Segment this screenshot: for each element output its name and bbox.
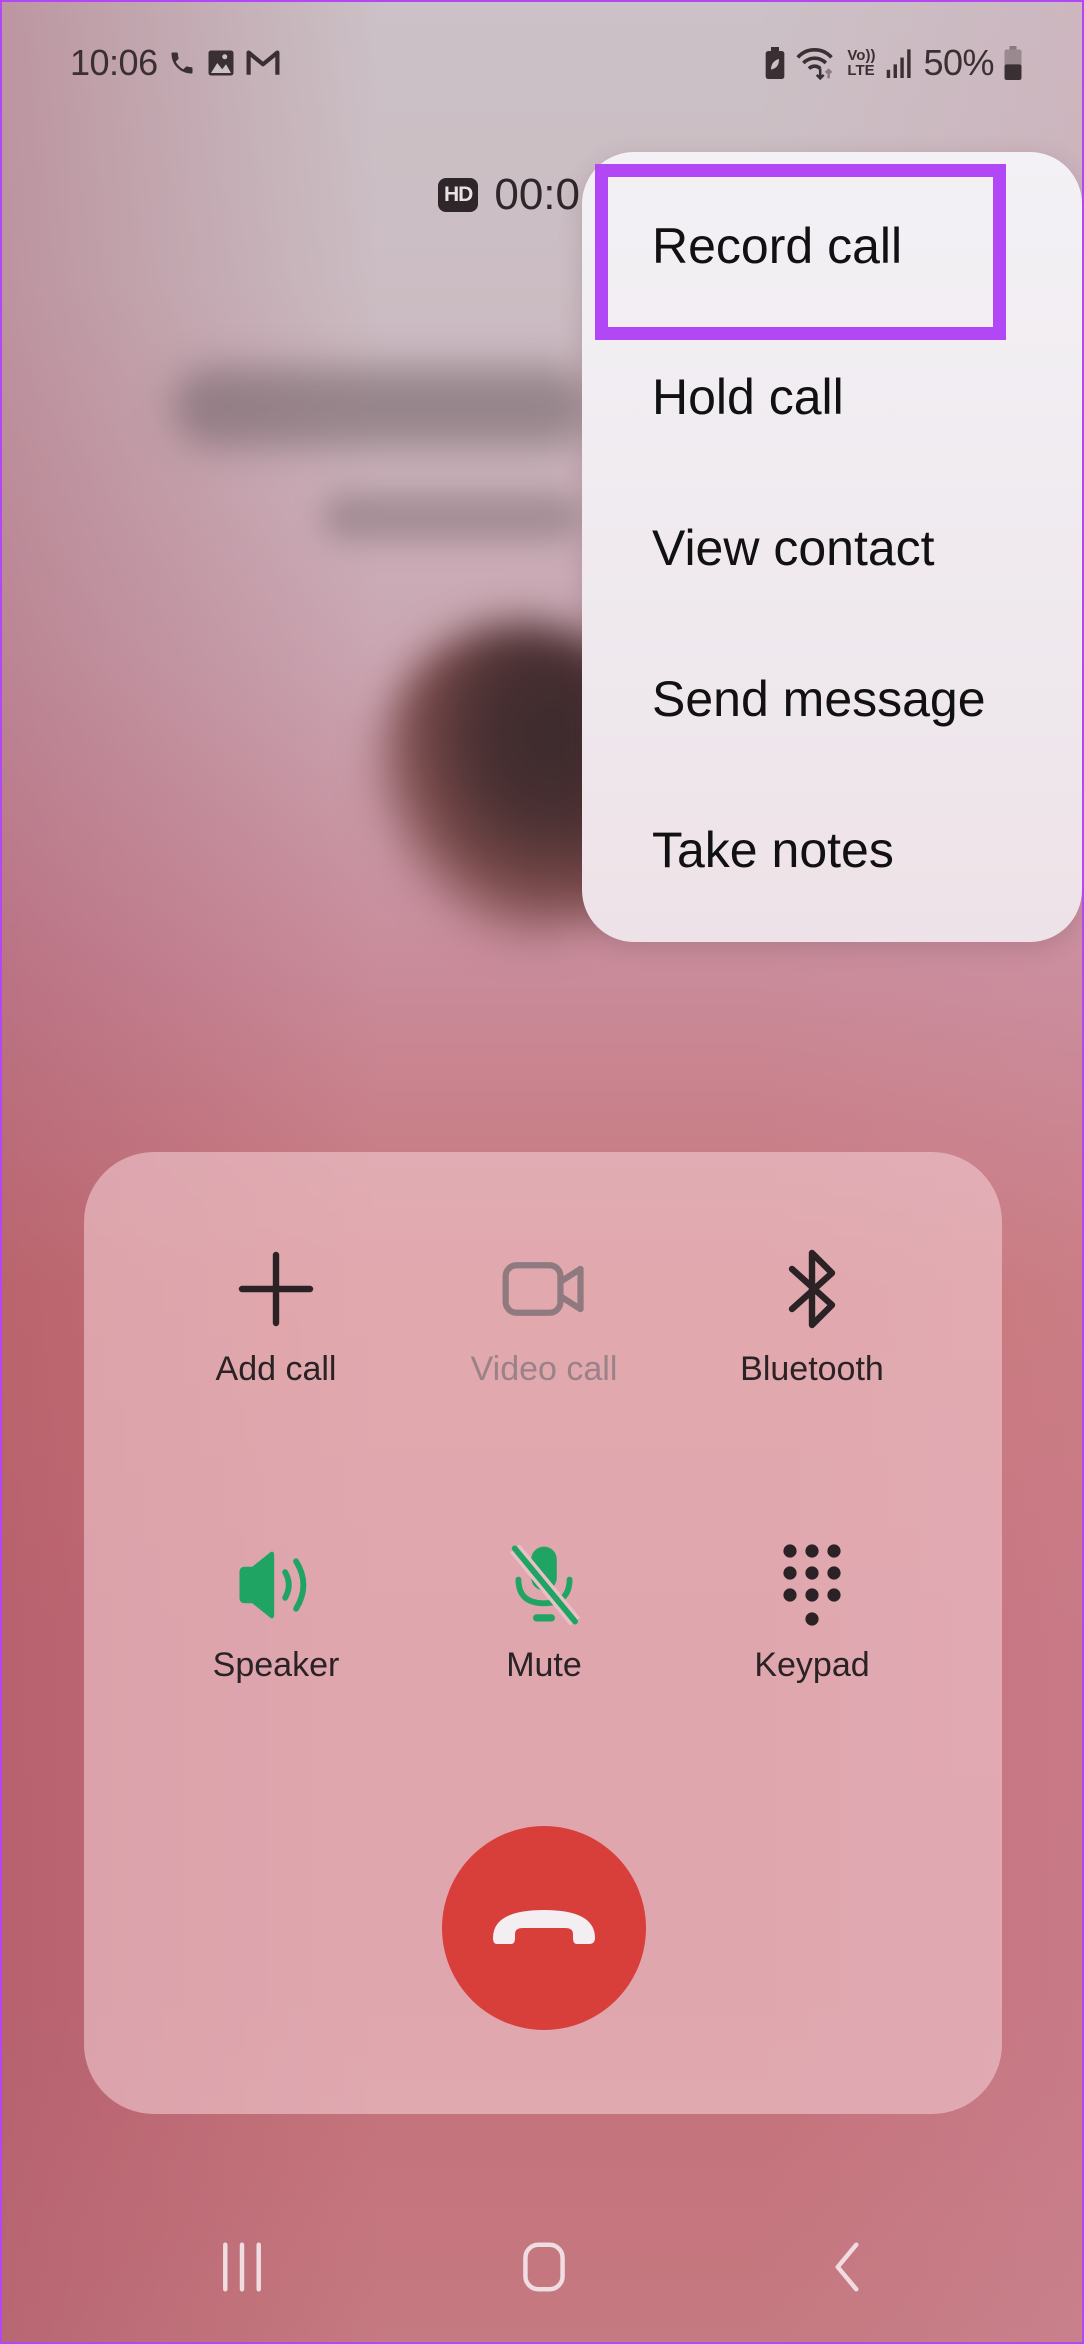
add-call-button[interactable]: Add call <box>146 1244 406 1389</box>
video-call-label: Video call <box>470 1350 618 1388</box>
call-meta: HD 00:0 <box>438 170 580 220</box>
phone-icon <box>168 48 196 78</box>
status-right: Vo)) LTE 50% <box>765 42 1022 84</box>
gallery-icon <box>206 48 236 78</box>
menu-item-send-message[interactable]: Send message <box>652 670 986 728</box>
signal-icon <box>885 48 913 78</box>
status-left: 10:06 <box>70 42 280 84</box>
home-icon <box>523 2242 565 2292</box>
contact-number-blurred <box>322 492 582 542</box>
battery-icon <box>1004 46 1022 80</box>
keypad-icon <box>682 1540 942 1630</box>
mute-label: Mute <box>506 1646 582 1684</box>
menu-item-take-notes[interactable]: Take notes <box>652 821 894 879</box>
hang-up-icon <box>489 1904 599 1953</box>
back-icon <box>835 2242 859 2292</box>
end-call-button[interactable] <box>442 1826 646 2030</box>
call-timer: 00:0 <box>494 170 580 219</box>
mute-button[interactable]: Mute <box>414 1540 674 1685</box>
video-call-button[interactable]: Video call <box>414 1244 674 1389</box>
call-options-menu: Record call Hold call View contact Send … <box>582 152 1082 942</box>
speaker-label: Speaker <box>212 1646 340 1684</box>
recent-apps-icon <box>223 2242 261 2292</box>
gmail-icon <box>246 48 280 78</box>
bluetooth-label: Bluetooth <box>740 1350 884 1388</box>
navigation-bar <box>2 2192 1082 2342</box>
recent-apps-button[interactable] <box>202 2232 282 2302</box>
keypad-button[interactable]: Keypad <box>682 1540 942 1685</box>
menu-item-view-contact[interactable]: View contact <box>652 519 935 577</box>
speaker-button[interactable]: Speaker <box>146 1540 406 1685</box>
menu-item-hold-call[interactable]: Hold call <box>652 368 844 426</box>
clock: 10:06 <box>70 42 158 83</box>
bluetooth-icon <box>682 1244 942 1334</box>
battery-saver-icon <box>765 47 785 79</box>
video-camera-icon <box>414 1244 674 1334</box>
status-bar: 10:06 Vo)) LTE 50% <box>2 42 1082 92</box>
home-button[interactable] <box>504 2232 584 2302</box>
plus-icon <box>146 1244 406 1334</box>
battery-percent: 50% <box>923 42 994 83</box>
keypad-label: Keypad <box>754 1646 870 1684</box>
hd-voice-badge: HD <box>438 178 479 212</box>
wifi-icon <box>795 46 837 80</box>
volte-icon: Vo)) LTE <box>847 47 876 79</box>
add-call-label: Add call <box>215 1350 337 1388</box>
contact-name-blurred <box>172 367 592 447</box>
menu-item-record-call[interactable]: Record call <box>652 217 902 275</box>
back-button[interactable] <box>807 2232 887 2302</box>
speaker-icon <box>146 1540 406 1630</box>
bluetooth-button[interactable]: Bluetooth <box>682 1244 942 1389</box>
mic-off-icon <box>414 1540 674 1630</box>
phone-screen: 10:06 Vo)) LTE 50% HD 00:0 Record call H… <box>0 0 1084 2344</box>
